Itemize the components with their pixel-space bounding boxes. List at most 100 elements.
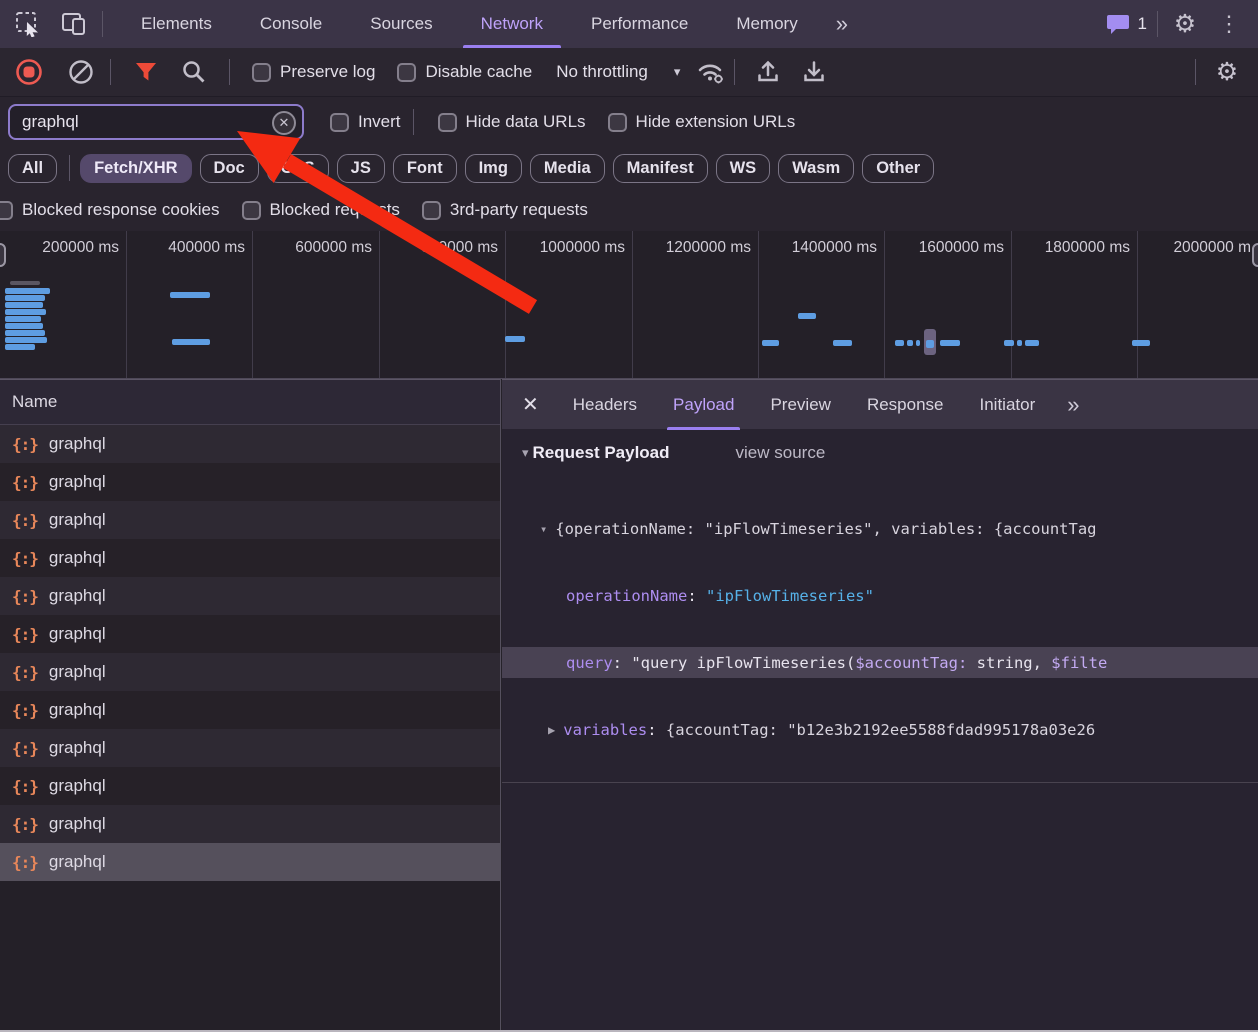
- import-har-icon[interactable]: [753, 57, 783, 87]
- chip-doc[interactable]: Doc: [200, 154, 259, 183]
- checkbox[interactable]: [608, 113, 627, 132]
- payload-row-query-selected[interactable]: query: "query ipFlowTimeseries($accountT…: [502, 647, 1258, 678]
- issues-counter[interactable]: 1: [1107, 13, 1147, 35]
- preserve-log-checkbox[interactable]: Preserve log: [252, 62, 375, 82]
- request-name: graphql: [49, 510, 106, 530]
- timeline-tick: 1400000 ms: [792, 239, 877, 257]
- collapse-triangle-icon[interactable]: ▾: [522, 445, 529, 461]
- invert-checkbox[interactable]: Invert: [330, 112, 401, 132]
- blocked-requests-checkbox[interactable]: Blocked requests: [242, 200, 400, 220]
- divider: [110, 59, 111, 85]
- checkbox[interactable]: [438, 113, 457, 132]
- blocked-cookies-checkbox[interactable]: Blocked response cookies: [0, 200, 220, 220]
- tab-elements[interactable]: Elements: [117, 0, 236, 48]
- chip-ws[interactable]: WS: [716, 154, 771, 183]
- tab-headers[interactable]: Headers: [555, 380, 655, 430]
- request-row[interactable]: {:}graphql: [0, 805, 500, 843]
- search-icon[interactable]: [179, 57, 209, 87]
- tab-network[interactable]: Network: [457, 0, 567, 48]
- tab-response[interactable]: Response: [849, 380, 962, 430]
- payload-row-variables[interactable]: ▶ variables: {accountTag: "b12e3b2192ee5…: [502, 714, 1258, 745]
- json-file-icon: {:}: [12, 511, 38, 530]
- chip-manifest[interactable]: Manifest: [613, 154, 708, 183]
- chip-other[interactable]: Other: [862, 154, 934, 183]
- network-conditions-icon[interactable]: [696, 57, 726, 87]
- request-row[interactable]: {:} graphql: [0, 501, 500, 539]
- key-separator: :: [647, 721, 666, 739]
- checkbox[interactable]: [242, 201, 261, 220]
- view-source-link[interactable]: view source: [736, 443, 826, 463]
- network-overview-timeline[interactable]: 200000 ms 400000 ms 600000 ms 800000 ms …: [0, 231, 1258, 379]
- request-row[interactable]: {:}graphql: [0, 463, 500, 501]
- timeline-right-grip[interactable]: [1252, 243, 1258, 267]
- export-har-icon[interactable]: [799, 57, 829, 87]
- tab-memory[interactable]: Memory: [712, 0, 821, 48]
- chip-img[interactable]: Img: [465, 154, 522, 183]
- network-settings-gear-icon[interactable]: ⚙: [1210, 55, 1244, 89]
- more-detail-tabs-icon[interactable]: »: [1053, 392, 1091, 418]
- request-name: graphql: [49, 776, 106, 796]
- settings-gear-icon[interactable]: ⚙: [1168, 7, 1202, 41]
- device-toolbar-icon[interactable]: [60, 10, 88, 38]
- checkbox[interactable]: [422, 201, 441, 220]
- tab-console[interactable]: Console: [236, 0, 346, 48]
- request-row[interactable]: {:}graphql: [0, 653, 500, 691]
- more-tabs-icon[interactable]: »: [822, 11, 860, 37]
- checkbox[interactable]: [252, 63, 271, 82]
- clear-filter-icon[interactable]: ✕: [272, 111, 296, 135]
- waterfall-bar: [5, 344, 35, 350]
- disable-cache-checkbox[interactable]: Disable cache: [397, 62, 532, 82]
- request-row[interactable]: {:}graphql: [0, 577, 500, 615]
- checkbox[interactable]: [397, 63, 416, 82]
- checkbox[interactable]: [330, 113, 349, 132]
- checkbox[interactable]: [0, 201, 13, 220]
- request-row[interactable]: {:}graphql: [0, 691, 500, 729]
- json-file-icon: {:}: [12, 473, 38, 492]
- chip-js[interactable]: JS: [337, 154, 385, 183]
- chip-media[interactable]: Media: [530, 154, 605, 183]
- timeline-tick: 800000 ms: [421, 239, 498, 257]
- tab-sources[interactable]: Sources: [346, 0, 456, 48]
- request-row[interactable]: {:}graphql: [0, 767, 500, 805]
- request-row-selected[interactable]: {:}graphql: [0, 843, 500, 881]
- throttling-select[interactable]: No throttling ▾: [556, 62, 680, 82]
- request-row[interactable]: {:}graphql: [0, 615, 500, 653]
- waterfall-bar: [1004, 340, 1014, 346]
- payload-root-row[interactable]: ▾ {operationName: "ipFlowTimeseries", va…: [502, 513, 1258, 544]
- timeline-tick: 1800000 ms: [1045, 239, 1130, 257]
- hide-extension-urls-checkbox[interactable]: Hide extension URLs: [608, 112, 796, 132]
- chip-wasm[interactable]: Wasm: [778, 154, 854, 183]
- kebab-menu-icon[interactable]: ⋮: [1212, 7, 1246, 41]
- request-row[interactable]: {:}graphql: [0, 729, 500, 767]
- expand-triangle-icon[interactable]: ▶: [548, 723, 555, 737]
- inspect-element-icon[interactable]: [14, 10, 42, 38]
- json-file-icon: {:}: [12, 701, 38, 720]
- tab-initiator[interactable]: Initiator: [962, 380, 1054, 430]
- chip-fetch-xhr[interactable]: Fetch/XHR: [80, 154, 191, 183]
- close-panel-icon[interactable]: ✕: [502, 392, 555, 417]
- filter-funnel-icon[interactable]: [131, 57, 161, 87]
- hide-data-urls-checkbox[interactable]: Hide data URLs: [438, 112, 586, 132]
- chip-font[interactable]: Font: [393, 154, 457, 183]
- tab-performance[interactable]: Performance: [567, 0, 712, 48]
- payload-row-operationname[interactable]: operationName: "ipFlowTimeseries": [502, 580, 1258, 611]
- request-row[interactable]: {:}graphql: [0, 425, 500, 463]
- timeline-tick: 400000 ms: [168, 239, 245, 257]
- tab-preview[interactable]: Preview: [752, 380, 848, 430]
- collapse-triangle-icon[interactable]: ▾: [540, 522, 547, 536]
- chip-css[interactable]: CSS: [267, 154, 329, 183]
- request-row[interactable]: {:}graphql: [0, 539, 500, 577]
- waterfall-bar: [5, 323, 43, 329]
- clear-network-log-icon[interactable]: [66, 57, 96, 87]
- filter-text-input[interactable]: graphql ✕: [8, 104, 304, 140]
- tab-payload[interactable]: Payload: [655, 380, 752, 430]
- timeline-tick: 1000000 ms: [540, 239, 625, 257]
- record-stop-icon[interactable]: [14, 57, 44, 87]
- third-party-checkbox[interactable]: 3rd-party requests: [422, 200, 588, 220]
- chevron-down-icon: ▾: [674, 64, 681, 80]
- chip-all[interactable]: All: [8, 154, 57, 183]
- timeline-left-grip[interactable]: [0, 243, 6, 267]
- filter-bar: graphql ✕ Invert Hide data URLs Hide ext…: [0, 97, 1258, 231]
- name-column-header[interactable]: Name: [0, 379, 500, 425]
- request-name: graphql: [49, 852, 106, 872]
